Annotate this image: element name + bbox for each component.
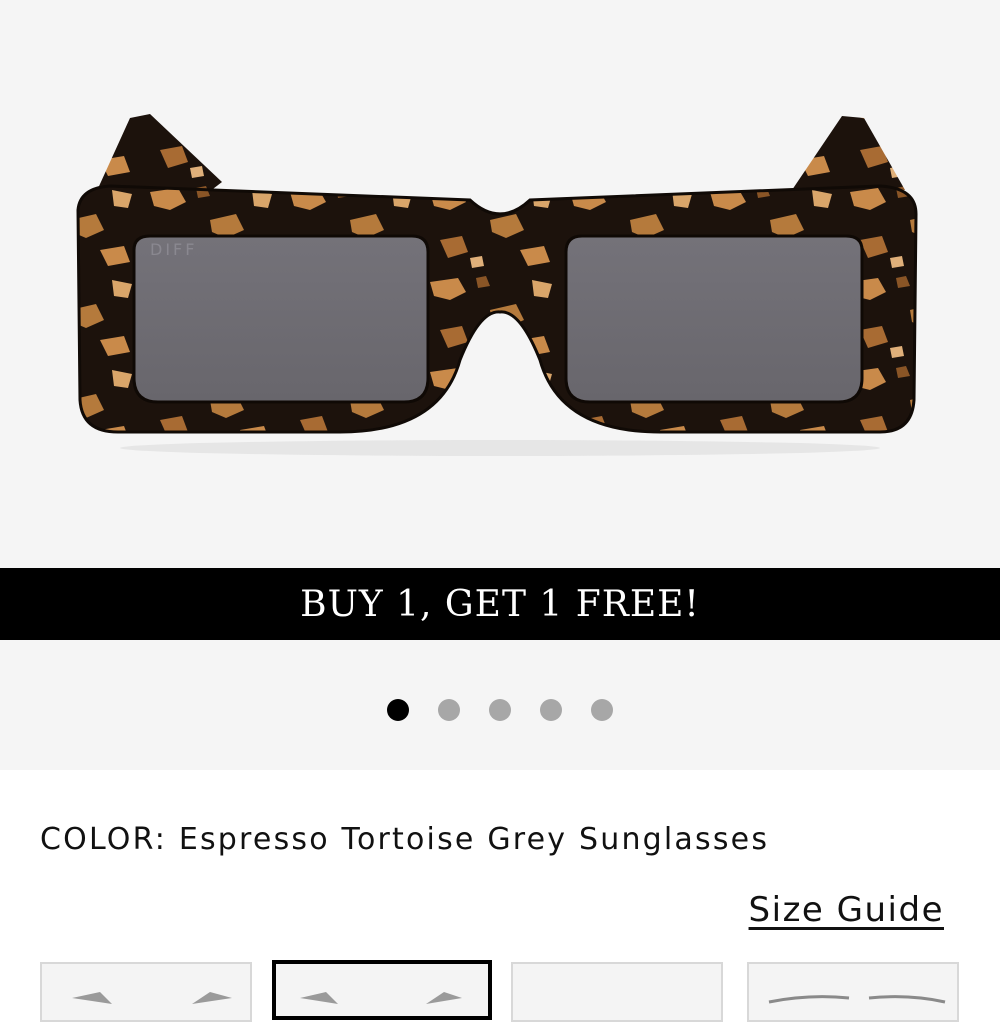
carousel-dot-2[interactable]	[438, 699, 460, 721]
promo-banner[interactable]: BUY 1, GET 1 FREE!	[0, 568, 1000, 640]
sunglasses-thumb-icon	[72, 992, 232, 1004]
sunglasses-thumb-icon	[300, 992, 462, 1004]
promo-banner-text: BUY 1, GET 1 FREE!	[300, 583, 700, 625]
color-selection: COLOR: Espresso Tortoise Grey Sunglasses	[40, 822, 769, 857]
variant-thumbnail-4[interactable]	[747, 962, 959, 1022]
size-guide-link[interactable]: Size Guide	[749, 890, 944, 930]
carousel-dot-4[interactable]	[540, 699, 562, 721]
brand-mark: DIFF	[150, 240, 198, 259]
sunglasses-thumb-icon	[768, 995, 946, 1004]
variant-thumbnail-1[interactable]	[40, 962, 252, 1022]
carousel-dot-3[interactable]	[489, 699, 511, 721]
product-gallery[interactable]: DIFF BUY 1, GET 1 FREE!	[0, 0, 1000, 770]
carousel-pagination	[0, 699, 1000, 721]
variant-thumbnail-3[interactable]	[511, 962, 723, 1022]
product-image[interactable]	[0, 0, 1000, 560]
color-label: COLOR:	[40, 822, 168, 857]
variant-thumbnail-2[interactable]	[272, 960, 492, 1020]
color-value: Espresso Tortoise Grey Sunglasses	[178, 822, 770, 857]
variant-swatches	[0, 960, 1000, 1022]
carousel-dot-5[interactable]	[591, 699, 613, 721]
carousel-dot-1[interactable]	[387, 699, 409, 721]
